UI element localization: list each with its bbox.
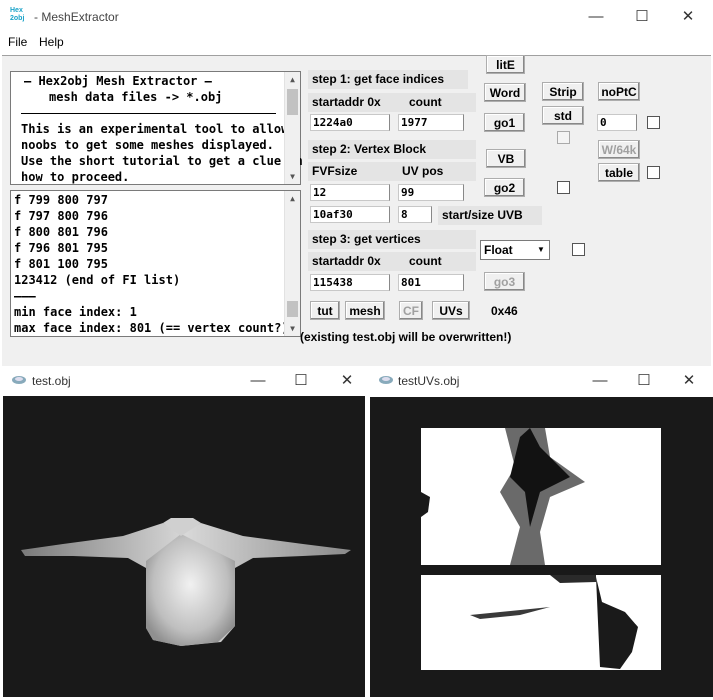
- std-button[interactable]: std: [542, 106, 584, 125]
- log-line: f 796 801 795: [14, 241, 108, 255]
- window-title: test.obj: [32, 374, 71, 388]
- log-line: min face index: 1: [14, 305, 137, 319]
- scroll-down-icon[interactable]: ▼: [285, 321, 300, 336]
- go2-checkbox[interactable]: [557, 181, 570, 194]
- info-textbox[interactable]: — Hex2obj Mesh Extractor — mesh data fil…: [10, 71, 303, 185]
- app-icon: Hex 2obj: [10, 7, 25, 22]
- uvb-start-field[interactable]: 10af30: [310, 206, 390, 223]
- w64k-button[interactable]: W/64k: [598, 140, 640, 159]
- chevron-down-icon[interactable]: ▼: [533, 241, 549, 259]
- table-checkbox[interactable]: [647, 166, 660, 179]
- hex-readout: 0x46: [491, 304, 518, 318]
- log-line: max face index: 801 (== vertex count?): [14, 321, 289, 335]
- go1-button[interactable]: go1: [484, 113, 525, 132]
- uv-render: [421, 428, 661, 670]
- info-heading: — Hex2obj Mesh Extractor —: [24, 74, 212, 88]
- log-line: f 799 800 797: [14, 193, 108, 207]
- fvf-size-field[interactable]: 12: [310, 184, 390, 201]
- step1-count-field[interactable]: 1977: [398, 114, 464, 131]
- step1-labels: startaddr 0x count: [308, 93, 476, 112]
- log-scrollbar[interactable]: ▲ ▼: [284, 191, 300, 336]
- menu-help[interactable]: Help: [39, 35, 64, 49]
- zero-checkbox[interactable]: [647, 116, 660, 129]
- zero-field[interactable]: 0: [597, 114, 637, 131]
- maximize-icon[interactable]: ☐: [621, 370, 667, 392]
- uv-pos-field[interactable]: 99: [398, 184, 464, 201]
- close-icon[interactable]: ✕: [665, 6, 711, 28]
- main-window: Hex 2obj - MeshExtractor — ☐ ✕ File Help…: [0, 0, 713, 367]
- step3-count-field[interactable]: 801: [398, 274, 464, 291]
- window-title: testUVs.obj: [398, 374, 460, 388]
- log-textbox[interactable]: f 799 800 797 f 797 800 796 f 800 801 796 f…: [10, 190, 301, 337]
- uvb-size-field[interactable]: 8: [398, 206, 432, 223]
- title-bar: testUVs.obj — ☐ ✕: [370, 367, 713, 395]
- scroll-down-icon[interactable]: ▼: [285, 169, 300, 184]
- noptc-button[interactable]: noPtC: [598, 82, 640, 101]
- minimize-icon[interactable]: —: [235, 370, 281, 392]
- step2-title: step 2: Vertex Block: [308, 140, 476, 159]
- menu-bar: File Help: [0, 34, 713, 52]
- test-uvs-window: testUVs.obj — ☐ ✕: [370, 367, 713, 697]
- step3-title: step 3: get vertices: [308, 230, 476, 249]
- mesh-button[interactable]: mesh: [345, 301, 385, 320]
- cf-button[interactable]: CF: [399, 301, 423, 320]
- uv-viewport[interactable]: [370, 397, 713, 697]
- mesh-render: [21, 518, 351, 646]
- log-line: f 797 800 796: [14, 209, 108, 223]
- title-bar: test.obj — ☐ ✕: [3, 367, 365, 395]
- scroll-up-icon[interactable]: ▲: [285, 191, 300, 206]
- table-button[interactable]: table: [598, 163, 640, 182]
- info-subheading: mesh data files -> *.obj: [49, 90, 223, 104]
- tut-button[interactable]: tut: [310, 301, 340, 320]
- strip-button[interactable]: Strip: [542, 82, 584, 101]
- scroll-up-icon[interactable]: ▲: [285, 72, 300, 87]
- minimize-icon[interactable]: —: [573, 6, 619, 28]
- step1-title: step 1: get face indices: [308, 70, 468, 89]
- test-obj-window: test.obj — ☐ ✕: [3, 367, 365, 697]
- word-button[interactable]: Word: [484, 83, 526, 102]
- mesh-viewport[interactable]: [3, 396, 365, 697]
- info-scrollbar[interactable]: ▲ ▼: [284, 72, 300, 184]
- step3-addr-field[interactable]: 115438: [310, 274, 390, 291]
- client-area: — Hex2obj Mesh Extractor — mesh data fil…: [2, 55, 711, 366]
- scroll-thumb[interactable]: [287, 89, 298, 115]
- close-icon[interactable]: ✕: [666, 370, 712, 392]
- step1-addr-field[interactable]: 1224a0: [310, 114, 390, 131]
- window-title: - MeshExtractor: [34, 10, 119, 24]
- info-body: This is an experimental tool to allow no…: [21, 122, 303, 184]
- go3-button[interactable]: go3: [484, 272, 525, 291]
- std-checkbox[interactable]: [557, 131, 570, 144]
- vb-button[interactable]: VB: [486, 149, 526, 168]
- maximize-icon[interactable]: ☐: [619, 6, 665, 28]
- log-line: f 801 100 795: [14, 257, 108, 271]
- mesh-app-icon: [379, 376, 393, 384]
- uvb-label: start/size UVB: [438, 206, 542, 225]
- step2-labels: FVFsize UV pos: [308, 162, 476, 181]
- mesh-app-icon: [12, 376, 26, 384]
- format-select[interactable]: Float ▼: [480, 240, 550, 260]
- maximize-icon[interactable]: ☐: [278, 370, 324, 392]
- lite-button[interactable]: litE: [486, 55, 525, 74]
- scroll-thumb[interactable]: [287, 301, 298, 317]
- menu-file[interactable]: File: [8, 35, 27, 49]
- info-divider: [21, 113, 276, 114]
- log-line: 123412 (end of FI list): [14, 273, 181, 287]
- format-checkbox[interactable]: [572, 243, 585, 256]
- log-line: f 800 801 796: [14, 225, 108, 239]
- log-line: ———: [14, 289, 36, 303]
- close-icon[interactable]: ✕: [324, 370, 370, 392]
- step3-labels: startaddr 0x count: [308, 252, 476, 271]
- log-lines: f 799 800 797 f 797 800 796 f 800 801 796 f…: [14, 192, 289, 336]
- uvs-button[interactable]: UVs: [432, 301, 470, 320]
- overwrite-warning: (existing test.obj will be overwritten!): [300, 330, 512, 344]
- title-bar: Hex 2obj - MeshExtractor — ☐ ✕: [0, 0, 713, 34]
- go2-button[interactable]: go2: [484, 178, 525, 197]
- minimize-icon[interactable]: —: [577, 370, 623, 392]
